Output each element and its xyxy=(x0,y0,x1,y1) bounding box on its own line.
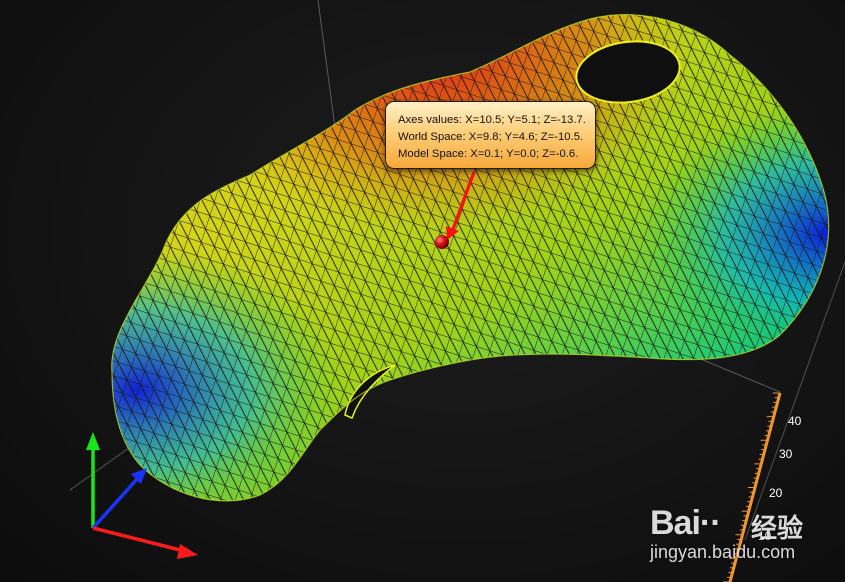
x-axis-arrow-head xyxy=(177,544,198,559)
scale-tick-label: 10 xyxy=(758,529,772,543)
pick-point-marker[interactable] xyxy=(435,235,449,249)
tooltip-axes-values: Axes values: X=10.5; Y=5.1; Z=-13.7. xyxy=(398,114,586,126)
scale-tick-label: 40 xyxy=(788,414,802,428)
scale-axis: 40 30 20 10 xyxy=(723,392,802,582)
z-axis-arrow-line xyxy=(91,476,140,530)
tooltip-model-space: Model Space: X=0.1; Y=0.0; Z=-0.6. xyxy=(398,148,579,160)
scene-canvas[interactable]: 40 30 20 10 xyxy=(0,0,845,582)
y-axis-arrow-head xyxy=(86,432,100,450)
scale-tick-label: 30 xyxy=(779,447,793,461)
scale-tick-label: 20 xyxy=(769,486,783,500)
x-axis-arrow-line xyxy=(92,526,185,553)
hit-test-tooltip: Axes values: X=10.5; Y=5.1; Z=-13.7. Wor… xyxy=(385,101,596,169)
tooltip-world-space: World Space: X=9.8; Y=4.6; Z=-10.5. xyxy=(398,131,584,143)
3d-viewport[interactable]: 40 30 20 10 Axes values: X=10.5; Y=5.1; … xyxy=(0,0,845,582)
wireframe-mesh[interactable] xyxy=(100,0,840,520)
